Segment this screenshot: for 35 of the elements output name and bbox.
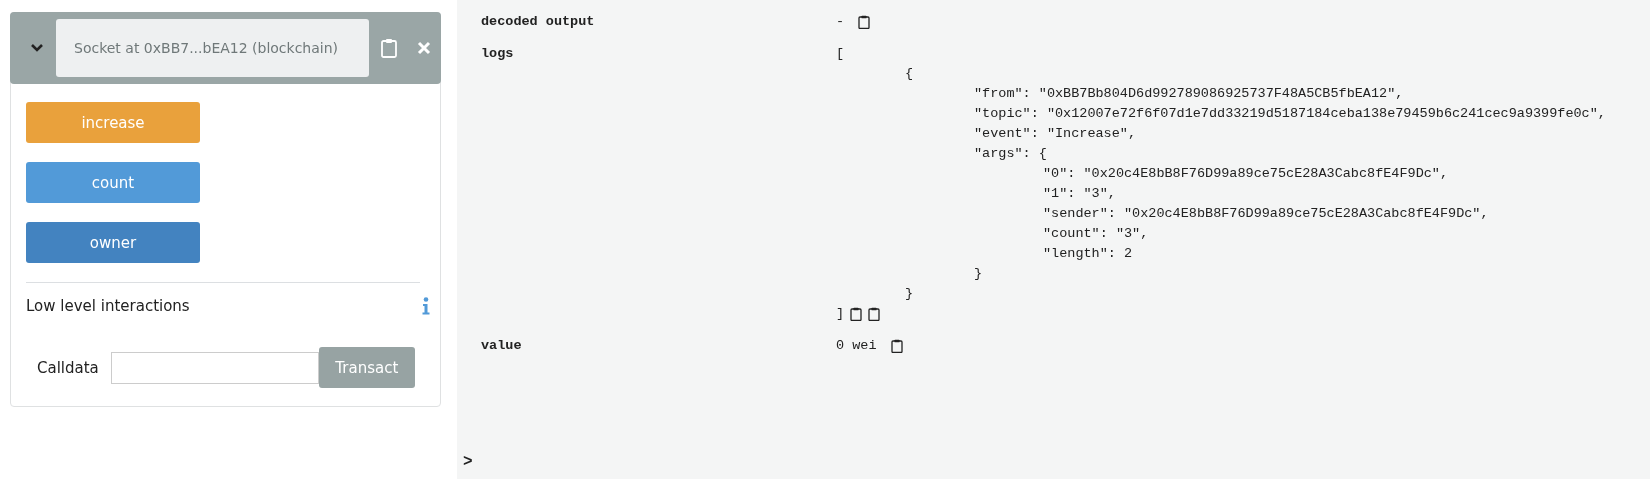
log-line: "0": "0x20c4E8bB8F76D99a89ce75cE28A3Cabc8fE4F9Dc",: [1043, 165, 1449, 183]
log-line: "args": {: [974, 145, 1047, 163]
console-prompt: >: [463, 453, 473, 471]
clipboard-icon[interactable]: [381, 38, 397, 58]
log-line: "from": "0xBB7Bb804D6d992789086925737F48A5CB5fbEA12",: [974, 85, 1404, 103]
log-line: "topic": "0x12007e72f6f07d1e7dd33219d5187184ceba138e79459b6c241cec9a9399fe0c",: [974, 105, 1606, 123]
output-value: 0 wei: [836, 337, 877, 355]
function-button[interactable]: count: [26, 162, 200, 203]
output-label: logs: [481, 45, 515, 63]
clipboard-icon[interactable]: [858, 15, 871, 29]
calldata-label: Calldata: [37, 358, 99, 377]
log-line: }: [905, 285, 914, 303]
function-button[interactable]: owner: [26, 222, 200, 263]
log-line: {: [905, 65, 914, 83]
section-title: Low level interactions: [26, 297, 190, 315]
info-icon[interactable]: [422, 297, 430, 315]
log-line: "count": "3",: [1043, 225, 1149, 243]
log-line: "1": "3",: [1043, 185, 1116, 203]
chevron-down-icon[interactable]: [30, 43, 44, 53]
log-line: "sender": "0x20c4E8bB8F76D99a89ce75cE28A3Cabc8fE4F9Dc",: [1043, 205, 1489, 223]
calldata-input[interactable]: [110, 351, 319, 384]
log-line: "event": "Increase",: [974, 125, 1137, 143]
log-line: ]: [836, 305, 845, 323]
log-line: "length": 2: [1043, 245, 1133, 263]
clipboard-icon[interactable]: [850, 307, 863, 321]
output-label: decoded output: [481, 13, 596, 31]
clipboard-icon[interactable]: [868, 307, 881, 321]
log-line: [: [836, 45, 845, 63]
output-label: value: [481, 337, 523, 355]
log-line: }: [974, 265, 983, 283]
transact-button[interactable]: Transact: [318, 347, 415, 388]
clipboard-icon[interactable]: [890, 339, 903, 353]
output-value: -: [836, 13, 845, 31]
instance-title: Socket at 0xBB7...bEA12 (blockchain): [56, 19, 369, 77]
function-button[interactable]: increase: [26, 102, 200, 143]
